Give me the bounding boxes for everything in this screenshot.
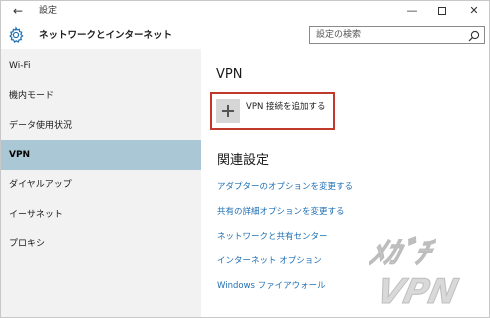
sidebar-item-proxy[interactable]: プロキシ bbox=[1, 229, 201, 259]
sidebar-item-wifi[interactable]: Wi-Fi bbox=[1, 51, 201, 81]
close-button[interactable]: ✕ bbox=[463, 2, 485, 20]
window-title: 設定 bbox=[39, 6, 58, 16]
settings-window: ← 設定 — ✕ ネットワークとインターネット 設定の検索 Wi-Fi 機内モー… bbox=[0, 0, 490, 318]
plus-icon bbox=[216, 99, 240, 123]
related-settings-heading: 関連設定 bbox=[217, 153, 270, 168]
link-change-adapter-options[interactable]: アダプターのオプションを変更する bbox=[217, 181, 353, 193]
gear-icon bbox=[9, 26, 24, 43]
section-title: VPN bbox=[216, 67, 243, 82]
search-placeholder: 設定の検索 bbox=[316, 30, 362, 40]
sidebar-item-label: Wi-Fi bbox=[9, 61, 31, 71]
sidebar-item-airplane-mode[interactable]: 機内モード bbox=[1, 81, 201, 111]
watermark-logo: ﾒｶﾞﾁ VPN bbox=[369, 236, 462, 311]
watermark-line1: ﾒｶﾞﾁ bbox=[369, 236, 437, 271]
sidebar-item-label: データ使用状況 bbox=[9, 121, 73, 131]
sidebar-item-label: ダイヤルアップ bbox=[9, 180, 72, 190]
sidebar: Wi-Fi 機内モード データ使用状況 VPN ダイヤルアップ イーサネット プ… bbox=[1, 49, 201, 317]
add-vpn-label: VPN 接続を追加する bbox=[246, 102, 326, 112]
add-vpn-connection-button[interactable]: VPN 接続を追加する bbox=[210, 92, 335, 130]
title-bar: ← 設定 — ✕ bbox=[1, 1, 489, 21]
sidebar-item-dialup[interactable]: ダイヤルアップ bbox=[1, 170, 201, 200]
page-title: ネットワークとインターネット bbox=[39, 30, 173, 41]
search-input[interactable]: 設定の検索 bbox=[309, 26, 485, 44]
sidebar-item-label: イーサネット bbox=[9, 210, 63, 220]
watermark-line2: VPN bbox=[373, 272, 461, 311]
maximize-icon bbox=[438, 7, 446, 15]
sidebar-item-label: プロキシ bbox=[9, 239, 46, 249]
search-icon[interactable] bbox=[468, 30, 480, 42]
back-arrow-icon[interactable]: ← bbox=[9, 3, 27, 19]
header: ネットワークとインターネット 設定の検索 bbox=[1, 21, 489, 49]
minimize-button[interactable]: — bbox=[401, 2, 423, 20]
link-network-sharing-center[interactable]: ネットワークと共有センター bbox=[217, 231, 328, 243]
sidebar-item-label: VPN bbox=[9, 150, 31, 160]
sidebar-item-ethernet[interactable]: イーサネット bbox=[1, 200, 201, 230]
link-internet-options[interactable]: インターネット オプション bbox=[217, 255, 322, 267]
link-windows-firewall[interactable]: Windows ファイアウォール bbox=[217, 280, 326, 292]
sidebar-item-data-usage[interactable]: データ使用状況 bbox=[1, 111, 201, 141]
sidebar-item-label: 機内モード bbox=[9, 91, 55, 101]
maximize-button[interactable] bbox=[431, 2, 453, 20]
link-advanced-sharing-options[interactable]: 共有の詳細オプションを変更する bbox=[217, 206, 345, 218]
sidebar-item-vpn[interactable]: VPN bbox=[1, 140, 201, 170]
